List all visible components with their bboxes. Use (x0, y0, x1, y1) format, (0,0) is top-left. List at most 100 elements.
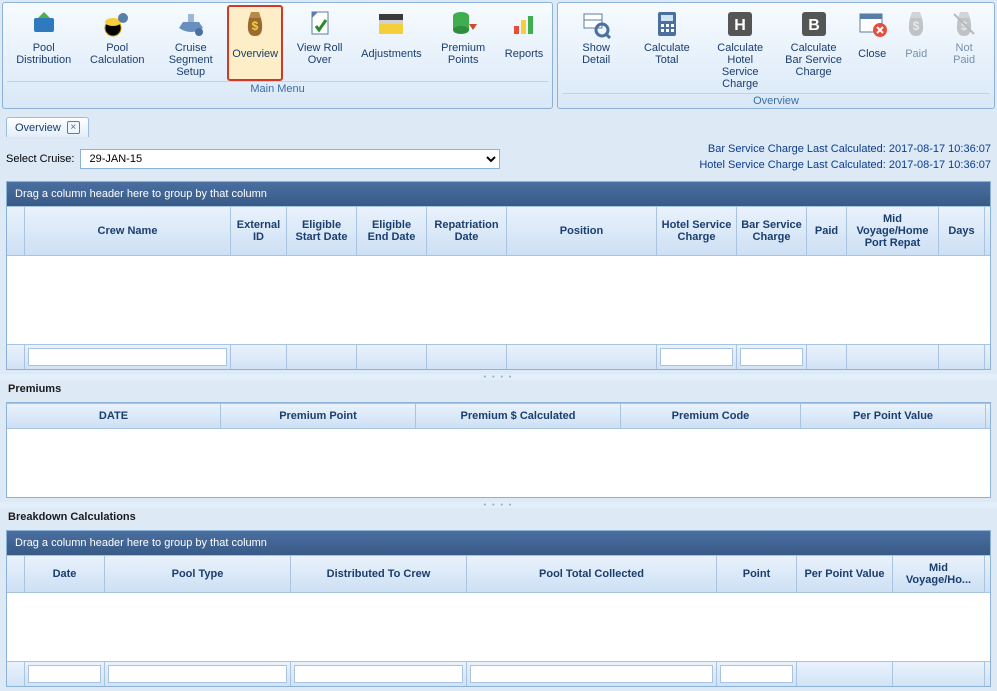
ribbon-paid: $Paid (894, 5, 938, 93)
filter-cell (25, 662, 105, 686)
cruise-row: Select Cruise: 29-JAN-15 Bar Service Cha… (0, 137, 997, 177)
svg-text:B: B (808, 17, 820, 34)
filter-cell (291, 662, 467, 686)
column-header[interactable]: Distributed To Crew (291, 556, 467, 592)
column-header[interactable]: Premium Point (221, 404, 416, 428)
ribbon-close[interactable]: Close (850, 5, 894, 93)
filter-cell (7, 662, 25, 686)
ribbon-label: Calculate Bar Service Charge (782, 42, 845, 78)
premiums-panel: DATEPremium PointPremium $ CalculatedPre… (6, 402, 991, 498)
tab-overview[interactable]: Overview × (6, 117, 89, 137)
ribbon-calculate-total[interactable]: Calculate Total (630, 5, 703, 93)
select-cruise-label: Select Cruise: (6, 153, 74, 165)
filter-input[interactable] (108, 665, 287, 683)
calculator-icon (651, 8, 683, 40)
column-header[interactable]: Pool Type (105, 556, 291, 592)
column-header[interactable] (7, 207, 25, 255)
ribbon-calculate-bar-service-charge[interactable]: B Calculate Bar Service Charge (777, 5, 850, 93)
ribbon-group-title: Overview (562, 93, 990, 107)
column-header[interactable]: Date (25, 556, 105, 592)
column-header[interactable]: Hotel Service Charge (657, 207, 737, 255)
filter-cell (507, 345, 657, 369)
ribbon-label: Reports (505, 42, 544, 66)
ribbon-group-title: Main Menu (7, 81, 548, 95)
column-header[interactable]: Mid Voyage/Ho... (893, 556, 985, 592)
bars-icon (508, 8, 540, 40)
column-header[interactable]: Bar Service Charge (737, 207, 807, 255)
ship-gear-icon (175, 8, 207, 40)
breakdown-group-bar[interactable]: Drag a column header here to group by th… (7, 531, 990, 555)
ribbon-pool-calculation[interactable]: Pool Calculation (80, 5, 153, 81)
ribbon-adjustments[interactable]: Adjustments (356, 5, 426, 81)
ribbon-calculate-hotel-service-charge[interactable]: HCalculate Hotel Service Charge (704, 5, 777, 93)
filter-input[interactable] (294, 665, 463, 683)
column-header[interactable]: Eligible End Date (357, 207, 427, 255)
column-header[interactable]: Paid (807, 207, 847, 255)
ribbon-label: Premium Points (431, 42, 494, 66)
select-cruise-dropdown[interactable]: 29-JAN-15 (80, 149, 500, 169)
column-header[interactable]: DATE (7, 404, 221, 428)
filter-cell (357, 345, 427, 369)
ribbon-not-paid: $Not Paid (938, 5, 990, 93)
filter-input[interactable] (28, 665, 101, 683)
column-header[interactable]: Per Point Value (801, 404, 986, 428)
doc-check-icon (304, 8, 336, 40)
win-close-icon (856, 8, 888, 40)
column-header[interactable]: External ID (231, 207, 287, 255)
ribbon-label: Cruise Segment Setup (159, 42, 222, 78)
filter-cell (893, 662, 985, 686)
crew-grid-body (7, 256, 990, 344)
magnify-table-icon (580, 8, 612, 40)
close-icon[interactable]: × (67, 121, 80, 134)
filter-cell (105, 662, 291, 686)
breakdown-panel: Drag a column header here to group by th… (6, 530, 991, 687)
filter-cell (25, 345, 231, 369)
ribbon-reports[interactable]: Reports (500, 5, 548, 81)
ribbon-overview[interactable]: $Overview (227, 5, 282, 81)
ribbon-label: Close (858, 42, 886, 66)
column-header[interactable]: Pool Total Collected (467, 556, 717, 592)
column-header[interactable]: Mid Voyage/Home Port Repat (847, 207, 939, 255)
filter-cell (7, 345, 25, 369)
column-header[interactable]: Point (717, 556, 797, 592)
premiums-body (7, 429, 990, 497)
filter-input[interactable] (660, 348, 733, 366)
column-header[interactable]: Premium $ Calculated (416, 404, 621, 428)
column-header[interactable]: Days (939, 207, 985, 255)
ribbon-cruise-segment-setup[interactable]: Cruise Segment Setup (154, 5, 227, 81)
filter-input[interactable] (720, 665, 793, 683)
filter-cell (657, 345, 737, 369)
column-header[interactable]: Repatriation Date (427, 207, 507, 255)
premiums-title: Premiums (6, 380, 991, 398)
column-header[interactable]: Eligible Start Date (287, 207, 357, 255)
column-header[interactable]: Crew Name (25, 207, 231, 255)
crew-grid-header: Crew NameExternal IDEligible Start DateE… (7, 206, 990, 256)
filter-input[interactable] (470, 665, 713, 683)
ribbon-label: Pool Calculation (85, 42, 148, 66)
coins-gear-icon (101, 8, 133, 40)
breakdown-title: Breakdown Calculations (6, 508, 991, 526)
scale-icon (375, 8, 407, 40)
column-header[interactable]: Per Point Value (797, 556, 893, 592)
bar-charge-status: Bar Service Charge Last Calculated: 2017… (699, 143, 991, 155)
column-header[interactable]: Position (507, 207, 657, 255)
ribbon-pool-distribution[interactable]: Pool Distribution (7, 5, 80, 81)
ribbon-premium-points[interactable]: Premium Points (426, 5, 499, 81)
filter-input[interactable] (740, 348, 803, 366)
ribbon-label: Show Detail (567, 42, 625, 66)
filter-input[interactable] (28, 348, 227, 366)
column-header[interactable]: Premium Code (621, 404, 801, 428)
bag-grey-cross-icon: $ (948, 8, 980, 40)
svg-text:$: $ (913, 19, 920, 33)
ribbon-view-roll-over[interactable]: View Roll Over (283, 5, 356, 81)
group-bar[interactable]: Drag a column header here to group by th… (7, 182, 990, 206)
column-header[interactable] (7, 556, 25, 592)
filter-cell (467, 662, 717, 686)
filter-cell (231, 345, 287, 369)
ribbon-show-detail[interactable]: Show Detail (562, 5, 630, 93)
filter-cell (717, 662, 797, 686)
bag-grey-icon: $ (900, 8, 932, 40)
crew-grid-panel: Drag a column header here to group by th… (6, 181, 991, 370)
hotel-charge-status: Hotel Service Charge Last Calculated: 20… (699, 159, 991, 171)
key-b-icon: B (798, 8, 830, 40)
